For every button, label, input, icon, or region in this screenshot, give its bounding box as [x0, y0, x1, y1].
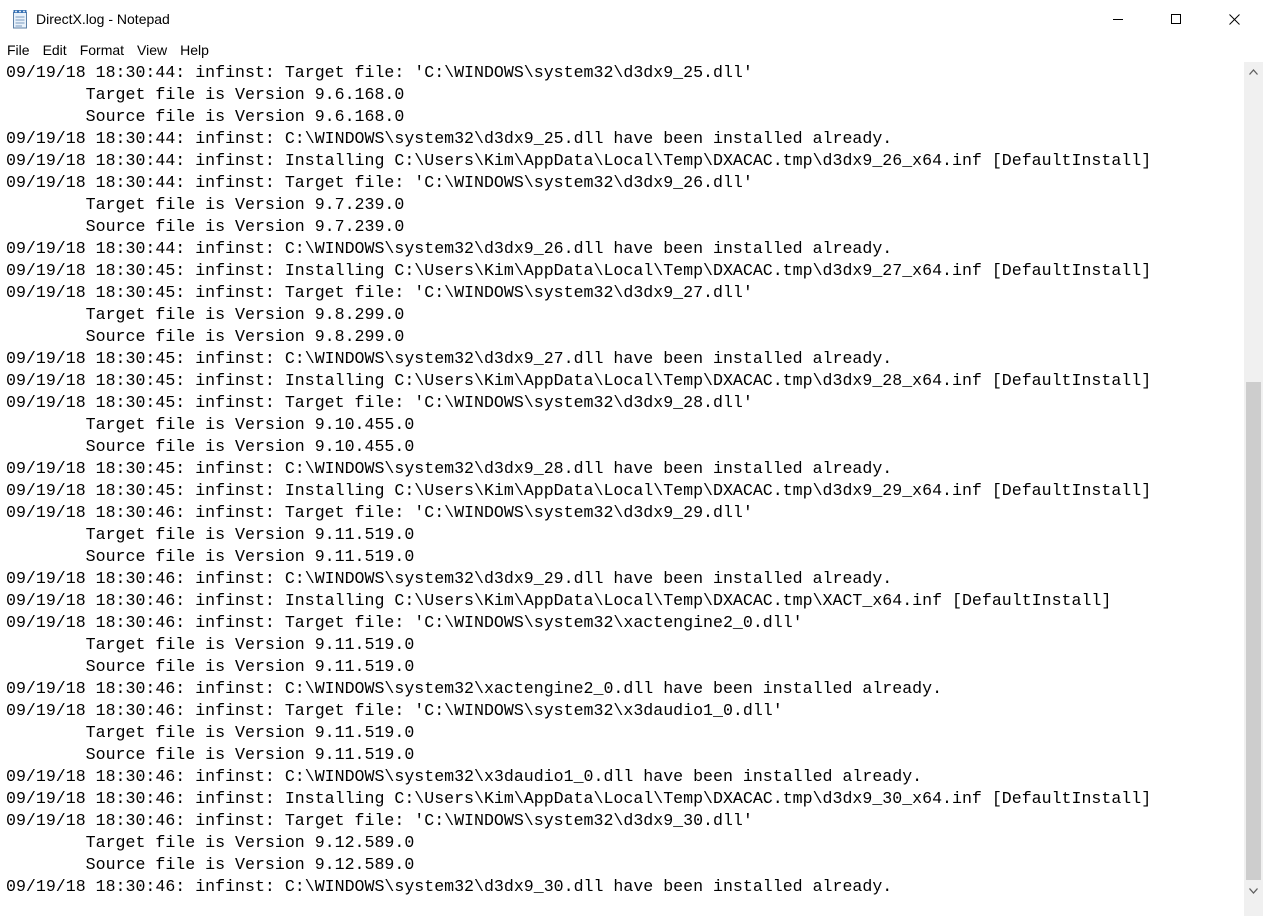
text-line: 09/19/18 18:30:44: infinst: Target file:…	[6, 63, 753, 82]
menu-help[interactable]: Help	[173, 38, 215, 62]
text-line: Target file is Version 9.8.299.0	[6, 305, 405, 324]
text-line: 09/19/18 18:30:46: infinst: Target file:…	[6, 613, 803, 632]
text-line: 09/19/18 18:30:45: infinst: Target file:…	[6, 283, 753, 302]
scroll-up-button[interactable]	[1244, 62, 1263, 81]
menu-bar: File Edit Format View Help	[0, 38, 1263, 62]
text-line: Source file is Version 9.12.589.0	[6, 855, 415, 874]
scrollbar-thumb[interactable]	[1246, 382, 1261, 880]
maximize-button[interactable]	[1147, 0, 1205, 38]
title-bar[interactable]: DirectX.log - Notepad	[0, 0, 1263, 38]
text-line: 09/19/18 18:30:44: infinst: C:\WINDOWS\s…	[6, 129, 893, 148]
text-line: Source file is Version 9.11.519.0	[6, 657, 415, 676]
text-line: 09/19/18 18:30:46: infinst: Target file:…	[6, 503, 753, 522]
text-line: Target file is Version 9.10.455.0	[6, 415, 415, 434]
text-line: Target file is Version 9.6.168.0	[6, 85, 405, 104]
scrollbar-corner	[1244, 900, 1263, 916]
menu-format[interactable]: Format	[73, 38, 130, 62]
text-line: Source file is Version 9.11.519.0	[6, 745, 415, 764]
text-line: 09/19/18 18:30:46: infinst: C:\WINDOWS\s…	[6, 569, 893, 588]
minimize-button[interactable]	[1089, 0, 1147, 38]
vertical-scrollbar[interactable]	[1244, 62, 1263, 916]
menu-view[interactable]: View	[130, 38, 173, 62]
menu-edit[interactable]: Edit	[36, 38, 73, 62]
menu-file[interactable]: File	[0, 38, 36, 62]
text-line: Target file is Version 9.7.239.0	[6, 195, 405, 214]
close-button[interactable]	[1205, 0, 1263, 38]
text-line: 09/19/18 18:30:46: infinst: Installing C…	[6, 591, 1112, 610]
text-line: Source file is Version 9.7.239.0	[6, 217, 405, 236]
text-line: Target file is Version 9.11.519.0	[6, 635, 415, 654]
text-line: Target file is Version 9.11.519.0	[6, 723, 415, 742]
text-line: 09/19/18 18:30:46: infinst: Target file:…	[6, 701, 783, 720]
text-line: Target file is Version 9.12.589.0	[6, 833, 415, 852]
text-line: Source file is Version 9.6.168.0	[6, 107, 405, 126]
chevron-down-icon	[1249, 887, 1258, 894]
text-line: Source file is Version 9.8.299.0	[6, 327, 405, 346]
minimize-icon	[1113, 19, 1123, 20]
text-line: 09/19/18 18:30:45: infinst: Target file:…	[6, 393, 753, 412]
text-line: Source file is Version 9.11.519.0	[6, 547, 415, 566]
text-line: 09/19/18 18:30:45: infinst: Installing C…	[6, 481, 1152, 500]
close-icon	[1228, 13, 1240, 25]
text-line: 09/19/18 18:30:46: infinst: Target file:…	[6, 811, 753, 830]
text-line: 09/19/18 18:30:45: infinst: Installing C…	[6, 371, 1152, 390]
text-line: 09/19/18 18:30:46: infinst: Installing C…	[6, 789, 1152, 808]
text-line: 09/19/18 18:30:46: infinst: C:\WINDOWS\s…	[6, 877, 893, 896]
text-line: 09/19/18 18:30:45: infinst: C:\WINDOWS\s…	[6, 459, 893, 478]
text-line: 09/19/18 18:30:46: infinst: C:\WINDOWS\s…	[6, 679, 943, 698]
text-line: 09/19/18 18:30:44: infinst: Target file:…	[6, 173, 753, 192]
text-line: Target file is Version 9.11.519.0	[6, 525, 415, 544]
text-line: 09/19/18 18:30:44: infinst: Installing C…	[6, 151, 1152, 170]
notepad-icon	[12, 9, 28, 29]
window-title: DirectX.log - Notepad	[36, 11, 170, 27]
text-editor[interactable]: 09/19/18 18:30:44: infinst: Target file:…	[0, 62, 1244, 916]
scroll-down-button[interactable]	[1244, 881, 1263, 900]
text-content: 09/19/18 18:30:44: infinst: Target file:…	[6, 62, 1151, 898]
maximize-icon	[1171, 14, 1181, 24]
text-line: 09/19/18 18:30:45: infinst: C:\WINDOWS\s…	[6, 349, 893, 368]
text-line: 09/19/18 18:30:45: infinst: Installing C…	[6, 261, 1152, 280]
chevron-up-icon	[1249, 68, 1258, 75]
text-line: 09/19/18 18:30:46: infinst: C:\WINDOWS\s…	[6, 767, 923, 786]
text-line: Source file is Version 9.10.455.0	[6, 437, 415, 456]
text-line: 09/19/18 18:30:44: infinst: C:\WINDOWS\s…	[6, 239, 893, 258]
